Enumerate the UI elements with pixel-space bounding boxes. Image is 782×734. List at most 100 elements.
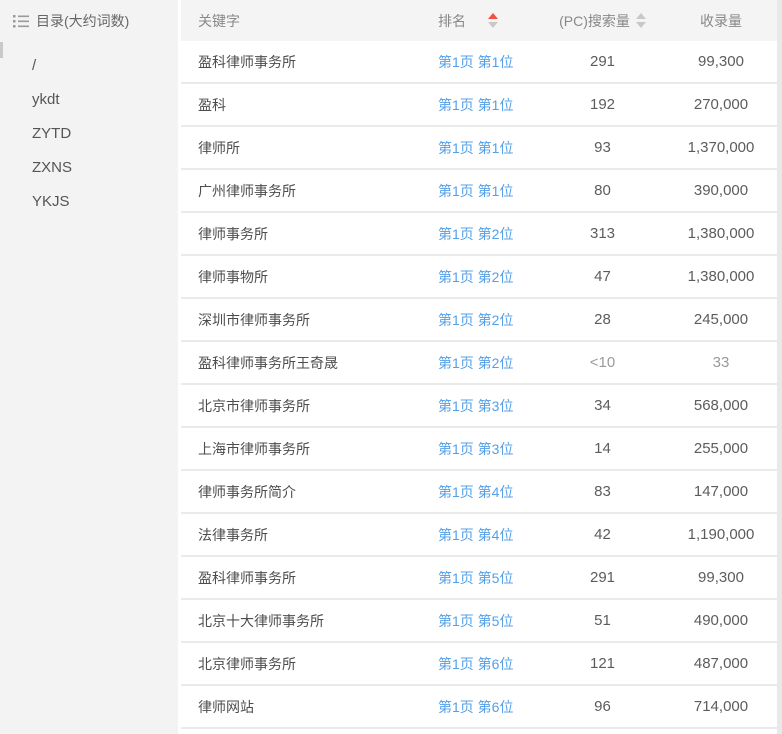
sort-desc-icon[interactable]	[636, 22, 646, 28]
sidebar-header: 目录(大约词数)	[0, 0, 178, 41]
keyword-rank-table: 关键字 排名 (PC)搜索量 收录量 盈科律师事务所 第1页 第1位 291 9…	[181, 0, 782, 734]
rank-link[interactable]: 第1页 第6位	[438, 697, 545, 717]
sort-asc-icon[interactable]	[636, 13, 646, 19]
indexed-volume-cell: 270,000	[660, 96, 782, 113]
search-volume-cell: 192	[545, 96, 660, 113]
sidebar: 目录(大约词数) / ykdt ZYTD ZXNS YKJS	[0, 0, 178, 734]
keyword-cell: 律师网站	[181, 697, 438, 717]
search-volume-cell: 121	[545, 655, 660, 672]
table-row: 盈科律师事务所 第1页 第1位 291 99,300	[181, 41, 782, 84]
sidebar-items: / ykdt ZYTD ZXNS YKJS	[0, 41, 178, 218]
keyword-cell: 法律事务所	[181, 525, 438, 545]
indexed-volume-cell: 33	[660, 354, 782, 371]
keyword-cell: 律师事物所	[181, 267, 438, 287]
column-header-indexed-label: 收录量	[700, 11, 742, 31]
rank-link[interactable]: 第1页 第4位	[438, 525, 545, 545]
keyword-cell: 律师事务所	[181, 224, 438, 244]
rank-link[interactable]: 第1页 第2位	[438, 224, 545, 244]
indexed-volume-cell: 147,000	[660, 483, 782, 500]
column-header-rank-label: 排名	[438, 11, 466, 31]
indexed-volume-cell: 1,190,000	[660, 526, 782, 543]
sidebar-item-ykdt[interactable]: ykdt	[0, 82, 178, 116]
indexed-volume-cell: 490,000	[660, 612, 782, 629]
indexed-volume-cell: 255,000	[660, 440, 782, 457]
keyword-cell: 盈科律师事务所	[181, 568, 438, 588]
search-volume-cell: <10	[545, 354, 660, 371]
column-header-search-volume[interactable]: (PC)搜索量	[545, 11, 660, 31]
rank-link[interactable]: 第1页 第5位	[438, 568, 545, 588]
table-row: 上海市律师事务所 第1页 第3位 14 255,000	[181, 428, 782, 471]
sidebar-title: 目录(大约词数)	[36, 11, 129, 31]
keyword-cell: 广州律师事务所	[181, 181, 438, 201]
table-header-row: 关键字 排名 (PC)搜索量 收录量	[181, 0, 782, 41]
rank-link[interactable]: 第1页 第1位	[438, 181, 545, 201]
indexed-volume-cell: 390,000	[660, 182, 782, 199]
table-body: 盈科律师事务所 第1页 第1位 291 99,300 盈科 第1页 第1位 19…	[181, 41, 782, 729]
keyword-cell: 北京十大律师事务所	[181, 611, 438, 631]
table-row: 北京十大律师事务所 第1页 第5位 51 490,000	[181, 600, 782, 643]
sidebar-item-root[interactable]: /	[0, 48, 178, 82]
column-header-rank[interactable]: 排名	[438, 11, 545, 31]
search-volume-cell: 80	[545, 182, 660, 199]
table-row: 律师事物所 第1页 第2位 47 1,380,000	[181, 256, 782, 299]
indexed-volume-cell: 487,000	[660, 655, 782, 672]
search-volume-cell: 28	[545, 311, 660, 328]
vertical-scrollbar-track[interactable]	[777, 0, 782, 734]
keyword-cell: 上海市律师事务所	[181, 439, 438, 459]
search-volume-cell: 83	[545, 483, 660, 500]
keyword-cell: 北京市律师事务所	[181, 396, 438, 416]
sort-asc-icon[interactable]	[488, 13, 498, 19]
column-header-indexed: 收录量	[660, 11, 782, 31]
table-row: 律师网站 第1页 第6位 96 714,000	[181, 686, 782, 729]
keyword-cell: 盈科律师事务所王奇晟	[181, 353, 438, 373]
indexed-volume-cell: 1,380,000	[660, 268, 782, 285]
table-row: 律师所 第1页 第1位 93 1,370,000	[181, 127, 782, 170]
table-row: 律师事务所 第1页 第2位 313 1,380,000	[181, 213, 782, 256]
search-volume-cell: 34	[545, 397, 660, 414]
table-row: 北京市律师事务所 第1页 第3位 34 568,000	[181, 385, 782, 428]
search-volume-cell: 313	[545, 225, 660, 242]
keyword-cell: 北京律师事务所	[181, 654, 438, 674]
indexed-volume-cell: 714,000	[660, 698, 782, 715]
rank-link[interactable]: 第1页 第6位	[438, 654, 545, 674]
search-volume-cell: 291	[545, 53, 660, 70]
keyword-cell: 律师事务所简介	[181, 482, 438, 502]
table-row: 广州律师事务所 第1页 第1位 80 390,000	[181, 170, 782, 213]
search-volume-cell: 291	[545, 569, 660, 586]
rank-link[interactable]: 第1页 第5位	[438, 611, 545, 631]
table-row: 法律事务所 第1页 第4位 42 1,190,000	[181, 514, 782, 557]
sidebar-item-zxns[interactable]: ZXNS	[0, 150, 178, 184]
indexed-volume-cell: 99,300	[660, 569, 782, 586]
rank-link[interactable]: 第1页 第2位	[438, 267, 545, 287]
search-volume-cell: 51	[545, 612, 660, 629]
table-row: 盈科律师事务所 第1页 第5位 291 99,300	[181, 557, 782, 600]
sidebar-scrollbar-thumb[interactable]	[0, 42, 3, 58]
table-row: 深圳市律师事务所 第1页 第2位 28 245,000	[181, 299, 782, 342]
table-row: 盈科律师事务所王奇晟 第1页 第2位 <10 33	[181, 342, 782, 385]
indexed-volume-cell: 1,370,000	[660, 139, 782, 156]
keyword-cell: 盈科律师事务所	[181, 52, 438, 72]
list-icon	[13, 14, 29, 28]
sort-toggle-rank[interactable]	[488, 13, 498, 28]
column-header-keyword: 关键字	[181, 11, 438, 31]
rank-link[interactable]: 第1页 第3位	[438, 396, 545, 416]
search-volume-cell: 93	[545, 139, 660, 156]
sidebar-item-ykjs[interactable]: YKJS	[0, 184, 178, 218]
rank-link[interactable]: 第1页 第2位	[438, 310, 545, 330]
rank-link[interactable]: 第1页 第1位	[438, 95, 545, 115]
table-row: 盈科 第1页 第1位 192 270,000	[181, 84, 782, 127]
keyword-cell: 深圳市律师事务所	[181, 310, 438, 330]
sidebar-item-zytd[interactable]: ZYTD	[0, 116, 178, 150]
search-volume-cell: 14	[545, 440, 660, 457]
rank-link[interactable]: 第1页 第2位	[438, 353, 545, 373]
rank-link[interactable]: 第1页 第3位	[438, 439, 545, 459]
rank-link[interactable]: 第1页 第4位	[438, 482, 545, 502]
rank-link[interactable]: 第1页 第1位	[438, 52, 545, 72]
sort-toggle-search-volume[interactable]	[636, 13, 646, 28]
table-row: 律师事务所简介 第1页 第4位 83 147,000	[181, 471, 782, 514]
sort-desc-icon[interactable]	[488, 22, 498, 28]
rank-link[interactable]: 第1页 第1位	[438, 138, 545, 158]
column-header-search-volume-label: (PC)搜索量	[559, 11, 630, 31]
search-volume-cell: 42	[545, 526, 660, 543]
indexed-volume-cell: 1,380,000	[660, 225, 782, 242]
